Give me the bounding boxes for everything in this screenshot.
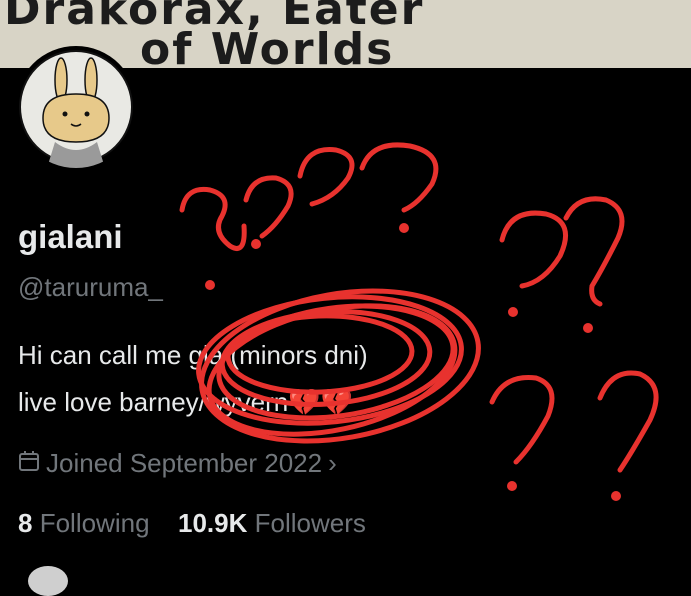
- following-count: 8: [18, 508, 33, 538]
- chevron-right-icon: ›: [328, 448, 337, 478]
- bio-line-2-text: live love barney/wyvern: [18, 387, 289, 417]
- avatar[interactable]: [15, 46, 137, 168]
- followers-count: 10.9K: [178, 508, 248, 538]
- followers-link[interactable]: 10.9K Followers: [178, 508, 366, 538]
- joined-date[interactable]: Joined September 2022 ›: [18, 448, 337, 479]
- bio-line-1: Hi can call me gia (minors dni): [18, 340, 368, 370]
- display-name: gialani: [18, 218, 123, 255]
- next-avatar-peek: [28, 566, 68, 596]
- following-label: Following: [39, 508, 150, 538]
- calendar-icon: [18, 448, 40, 479]
- bio-line-2: live love barney/wyvern💔💔: [18, 387, 353, 418]
- user-handle: @taruruma_: [18, 272, 163, 302]
- following-link[interactable]: 8 Following: [18, 508, 157, 538]
- follow-stats: 8 Following 10.9K Followers: [18, 508, 366, 539]
- followers-label: Followers: [254, 508, 366, 538]
- joined-text: Joined September 2022: [46, 448, 323, 478]
- broken-heart-emoji: 💔💔: [288, 387, 353, 417]
